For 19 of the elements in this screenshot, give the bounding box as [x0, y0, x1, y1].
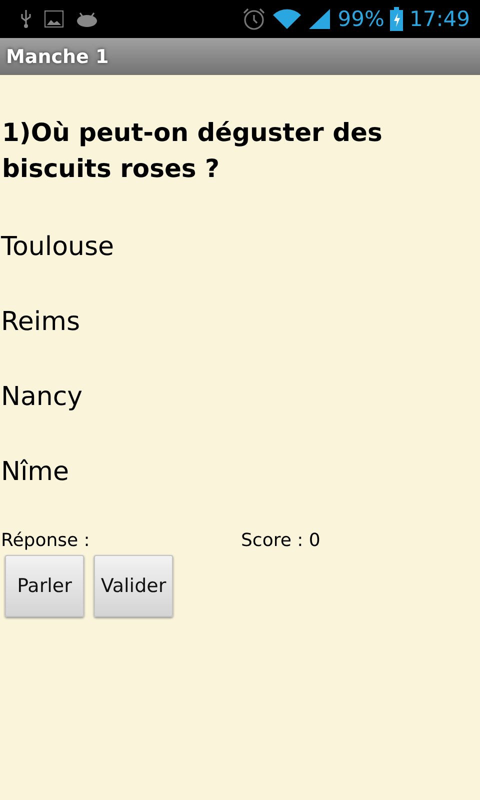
usb-icon	[20, 9, 32, 29]
battery-charging-icon	[390, 7, 404, 31]
question-text: 1)Où peut-on déguster des biscuits roses ?	[1, 117, 384, 185]
answer-option[interactable]: Toulouse	[0, 209, 480, 284]
score-text: Score : 0	[241, 530, 320, 550]
response-label: Réponse :	[0, 530, 91, 550]
alarm-clock-icon	[242, 7, 266, 31]
speak-button[interactable]: Parler	[5, 555, 84, 617]
answer-option[interactable]: Nîme	[0, 434, 480, 509]
clock-time: 17:49	[409, 7, 470, 31]
battery-percentage: 99%	[338, 7, 384, 31]
image-icon	[44, 10, 64, 28]
answer-option[interactable]: Reims	[0, 284, 480, 359]
answer-option[interactable]: Nancy	[0, 359, 480, 434]
signal-icon	[308, 8, 332, 30]
wifi-icon	[272, 7, 302, 31]
validate-button[interactable]: Valider	[94, 555, 173, 617]
android-icon	[76, 11, 98, 27]
window-title: Manche 1	[6, 46, 109, 68]
